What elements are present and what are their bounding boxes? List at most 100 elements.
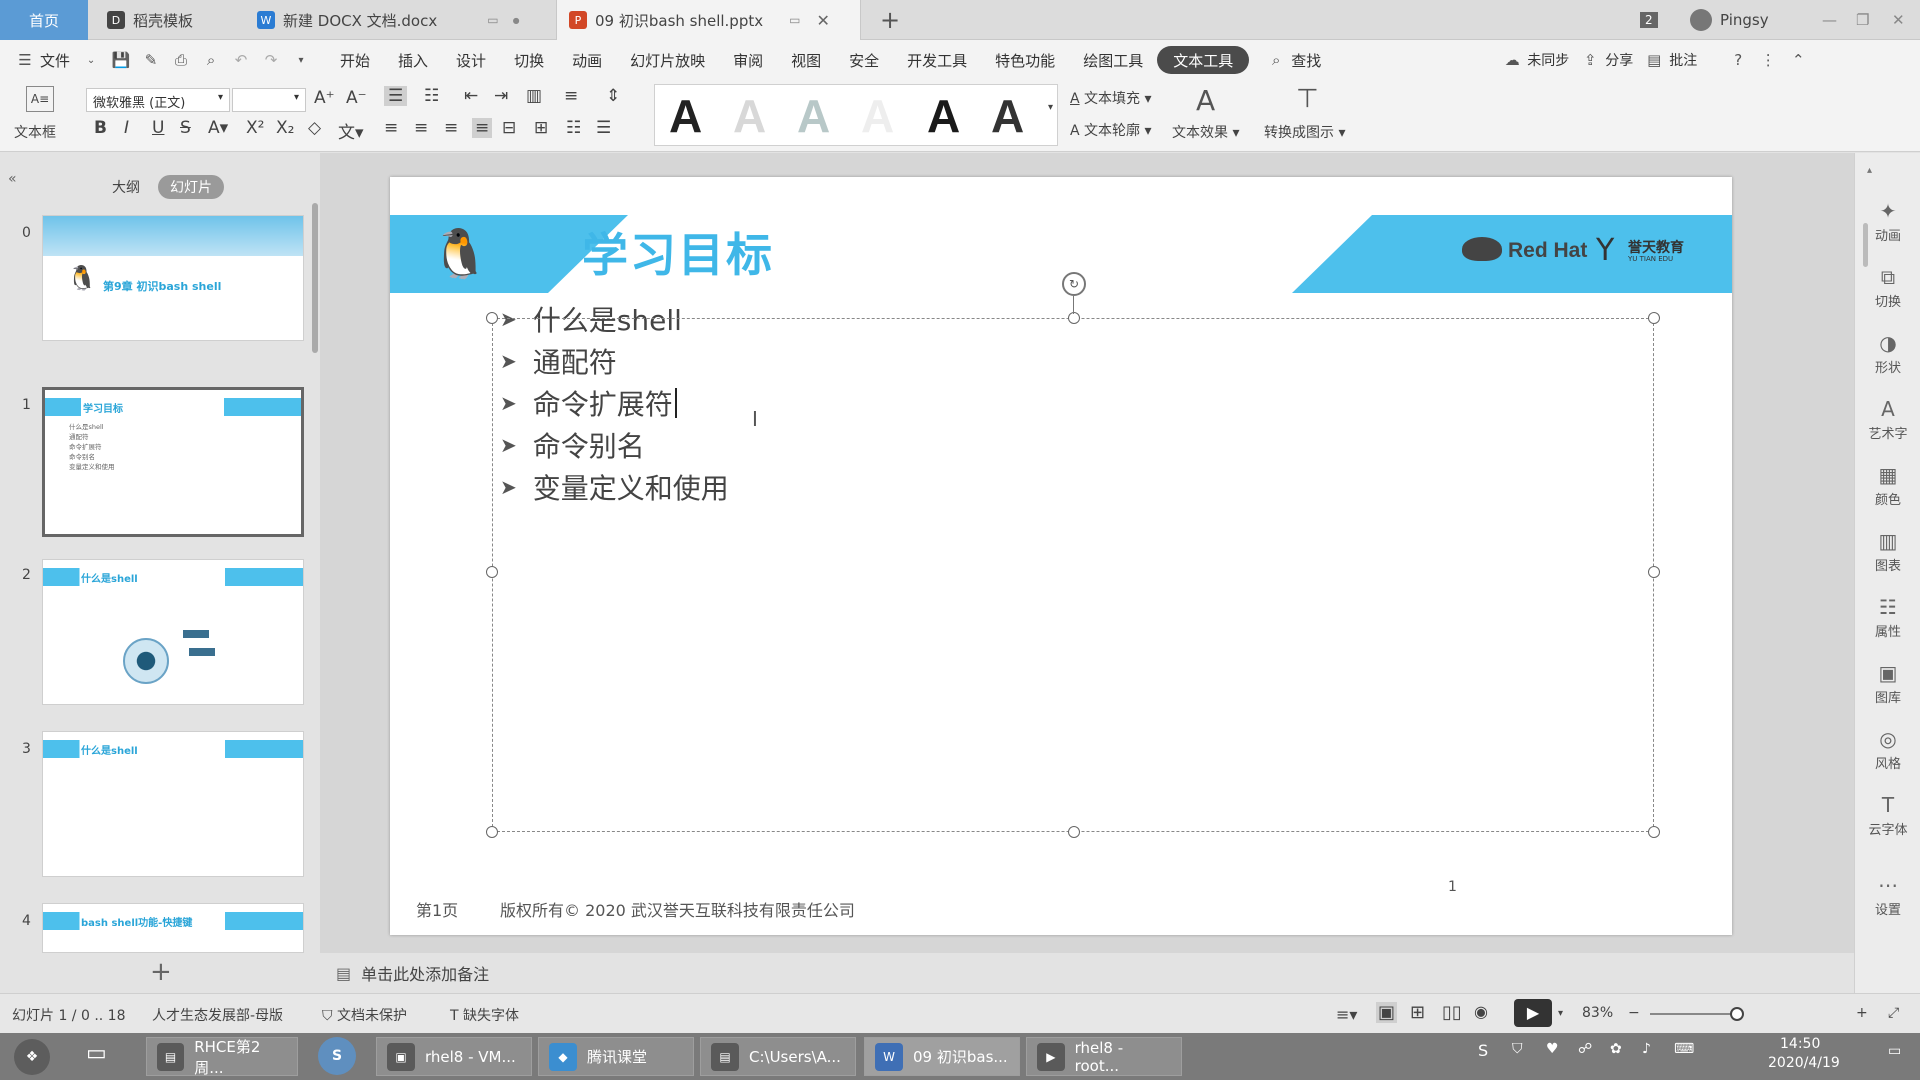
taskbar-item[interactable]: ◆ 腾讯课堂 xyxy=(538,1037,694,1076)
gallery-more-icon[interactable]: ▾ xyxy=(1048,102,1053,113)
close-tab-icon[interactable]: ✕ xyxy=(816,11,829,30)
resize-handle[interactable] xyxy=(1648,826,1660,838)
ime-tray-icon[interactable]: ⌨ xyxy=(1674,1041,1694,1057)
zoom-slider-track[interactable] xyxy=(1650,1013,1734,1015)
text-direction-icon[interactable]: ⇕ xyxy=(606,86,620,106)
grow-font-icon[interactable]: A⁺ xyxy=(314,88,335,108)
font-family-select[interactable]: 微软雅黑 (正文) ▾ xyxy=(86,88,230,112)
user-account[interactable]: Pingsy xyxy=(1690,0,1769,40)
sidebar-style[interactable]: ◎ 风格 xyxy=(1855,727,1920,772)
sidebar-chart[interactable]: ▥ 图表 xyxy=(1855,529,1920,574)
align-left-icon[interactable]: ≡ xyxy=(384,118,398,138)
menu-features[interactable]: 特色功能 xyxy=(981,46,1069,74)
sidebar-gallery[interactable]: ▣ 图库 xyxy=(1855,661,1920,706)
fit-window-icon[interactable]: ⤢ xyxy=(1888,1005,1899,1021)
bold-icon[interactable]: B xyxy=(94,118,107,138)
taskbar-item[interactable]: ▣ rhel8 - VM... xyxy=(376,1037,532,1076)
slide-thumbnail[interactable]: 什么是shell xyxy=(42,559,304,705)
zoom-out-icon[interactable]: − xyxy=(1628,1005,1640,1021)
align-center-icon[interactable]: ≡ xyxy=(414,118,428,138)
clock-time[interactable]: 14:50 xyxy=(1780,1036,1820,1052)
menu-start[interactable]: 开始 xyxy=(326,46,384,74)
close-window-icon[interactable]: ✕ xyxy=(1892,0,1905,40)
sidebar-properties[interactable]: ☷ 属性 xyxy=(1855,595,1920,640)
menu-drawing-tools[interactable]: 绘图工具 xyxy=(1069,46,1157,74)
tab-pptx[interactable]: P 09 初识bash shell.pptx ▭ ✕ xyxy=(556,0,861,40)
save-icon[interactable]: 💾 xyxy=(110,49,132,71)
normal-view-icon[interactable]: ▣ xyxy=(1376,1002,1398,1023)
menu-developer[interactable]: 开发工具 xyxy=(893,46,981,74)
convert-smartart-button[interactable]: 转换成图示 ▾ xyxy=(1264,122,1345,142)
wordart-style-shadow[interactable]: A xyxy=(991,89,1024,143)
share-icon[interactable]: ⇪ xyxy=(1579,49,1601,71)
sogou-tray-icon[interactable]: S xyxy=(1478,1041,1488,1060)
customize-icon[interactable]: ▾ xyxy=(290,49,312,71)
thumbnail-scrollbar[interactable] xyxy=(312,203,318,353)
zoom-slider-thumb[interactable] xyxy=(1730,1007,1744,1021)
menu-insert[interactable]: 插入 xyxy=(384,46,442,74)
sync-icon[interactable]: ☁ xyxy=(1501,49,1523,71)
sidebar-cloud-font[interactable]: T 云字体 xyxy=(1855,793,1920,838)
search-icon[interactable]: ⌕ xyxy=(1265,49,1287,71)
align-right-icon[interactable]: ≡ xyxy=(444,118,458,138)
menu-text-tools[interactable]: 文本工具 xyxy=(1157,46,1250,74)
file-explorer-icon[interactable]: ▭ xyxy=(86,1041,107,1066)
add-slide-icon[interactable]: + xyxy=(150,957,172,987)
textbox-icon[interactable]: A≡ xyxy=(26,86,54,112)
help-icon[interactable]: ? xyxy=(1727,49,1749,71)
strikethrough-icon[interactable]: S xyxy=(180,118,191,138)
presenter-view-icon[interactable]: ◉ xyxy=(1474,1002,1488,1021)
shrink-font-icon[interactable]: A⁻ xyxy=(346,88,367,108)
tab-outline[interactable]: 大纲 xyxy=(100,175,152,199)
tab-docx[interactable]: W 新建 DOCX 文档.docx ▭ ● xyxy=(245,0,550,40)
scroll-up-icon[interactable]: ▴ xyxy=(1867,165,1872,176)
redo-icon[interactable]: ↷ xyxy=(260,49,282,71)
font-size-select[interactable]: ▾ xyxy=(232,88,306,112)
decrease-indent-icon[interactable]: ⇤ xyxy=(464,86,478,106)
justify-icon[interactable]: ≡ xyxy=(472,118,493,138)
superscript-icon[interactable]: X² xyxy=(246,118,264,138)
bullet-list-icon[interactable]: ☰ xyxy=(384,86,408,106)
shield-tray-icon[interactable]: ♥ xyxy=(1546,1041,1559,1057)
selected-textbox[interactable] xyxy=(492,318,1654,832)
tab-slides[interactable]: 幻灯片 xyxy=(158,175,224,199)
more-icon[interactable]: ⋮ xyxy=(1757,49,1779,71)
menu-animation[interactable]: 动画 xyxy=(558,46,616,74)
zoom-level[interactable]: 83% xyxy=(1582,1005,1613,1021)
sidebar-transition[interactable]: ⧉ 切换 xyxy=(1855,265,1920,310)
wordart-style-solid[interactable]: A xyxy=(669,89,702,143)
wechat-tray-icon[interactable]: ✿ xyxy=(1610,1041,1622,1057)
volume-tray-icon[interactable]: ♪ xyxy=(1642,1041,1651,1057)
collapse-panel-icon[interactable]: « xyxy=(8,171,17,187)
hamburger-icon[interactable]: ☰ xyxy=(14,49,36,71)
resize-handle[interactable] xyxy=(486,566,498,578)
smart-list-icon[interactable]: ☰ xyxy=(596,118,611,138)
font-color-icon[interactable]: A▾ xyxy=(208,118,228,138)
italic-icon[interactable]: I xyxy=(124,118,129,138)
sidebar-wordart[interactable]: A 艺术字 xyxy=(1855,397,1920,442)
slide-thumbnail[interactable]: 什么是shell xyxy=(42,731,304,877)
sorter-view-icon[interactable]: ⊞ xyxy=(1410,1002,1425,1023)
reading-view-icon[interactable]: ▯▯ xyxy=(1442,1002,1462,1023)
tab-home[interactable]: 首页 xyxy=(0,0,88,40)
taskbar-item[interactable]: ▶ rhel8 - root... xyxy=(1026,1037,1182,1076)
missing-font-status[interactable]: T 缺失字体 xyxy=(450,1005,519,1025)
slide-thumbnail[interactable]: bash shell功能-快捷键 xyxy=(42,903,304,953)
menu-sync[interactable]: 未同步 xyxy=(1527,50,1569,70)
columns-icon[interactable]: ▥ xyxy=(526,86,542,106)
format-painter-icon[interactable]: ✎ xyxy=(140,49,162,71)
rotate-handle-icon[interactable]: ↻ xyxy=(1062,272,1086,296)
collapse-ribbon-icon[interactable]: ⌃ xyxy=(1787,49,1809,71)
menu-search[interactable]: 查找 xyxy=(1291,50,1321,71)
menu-file[interactable]: 文件 xyxy=(40,50,70,71)
numbered-list-icon[interactable]: ☷ xyxy=(424,86,439,106)
notification-icon[interactable]: ▭ xyxy=(1888,1043,1901,1059)
slide-thumbnail-active[interactable]: 学习目标 什么是shell 通配符 命令扩展符 命令别名 变量定义和使用 xyxy=(42,387,304,537)
play-slideshow-icon[interactable]: ▶ xyxy=(1514,999,1552,1027)
line-spacing-icon[interactable]: ≡ xyxy=(564,86,578,106)
clear-format-icon[interactable]: ◇ xyxy=(308,118,321,138)
undo-icon[interactable]: ↶ xyxy=(230,49,252,71)
textbox-button[interactable]: 文本框 xyxy=(14,122,56,142)
slideshow-options-icon[interactable]: ▾ xyxy=(1558,1008,1563,1019)
wordart-style-dark[interactable]: A xyxy=(927,89,960,143)
